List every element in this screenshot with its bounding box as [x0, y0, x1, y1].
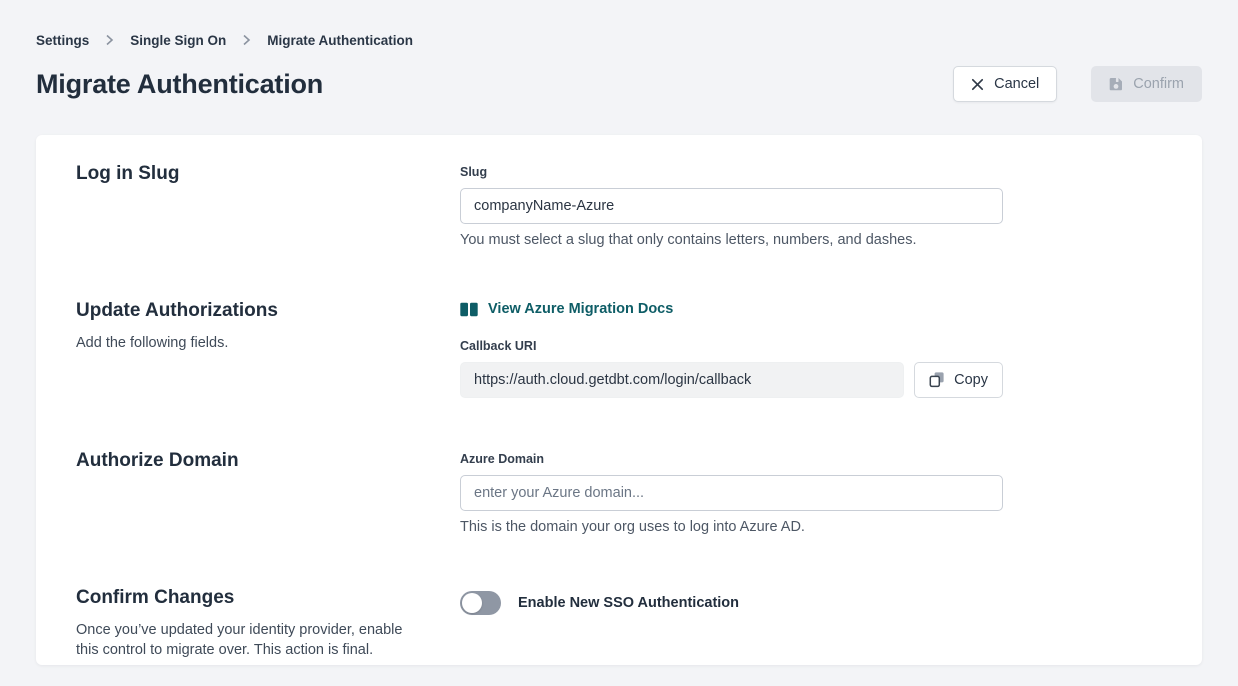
docs-link-label: View Azure Migration Docs — [488, 301, 673, 317]
update-authorizations-description: Add the following fields. — [76, 333, 410, 353]
slug-helper-text: You must select a slug that only contain… — [460, 232, 1003, 248]
breadcrumb-single-sign-on[interactable]: Single Sign On — [130, 33, 226, 48]
x-close-icon — [971, 78, 984, 91]
callback-uri-field-label: Callback URI — [460, 339, 1003, 353]
confirm-changes-description: Once you’ve updated your identity provid… — [76, 620, 410, 660]
section-login-slug: Log in Slug Slug You must select a slug … — [76, 161, 1202, 248]
copy-pages-icon — [929, 371, 945, 388]
save-floppy-icon — [1109, 77, 1123, 91]
confirm-button-label: Confirm — [1133, 76, 1184, 92]
section-authorize-domain: Authorize Domain Azure Domain This is th… — [76, 448, 1202, 535]
breadcrumb: Settings Single Sign On Migrate Authenti… — [36, 32, 1202, 48]
callback-uri-input[interactable] — [460, 362, 904, 398]
cancel-button[interactable]: Cancel — [953, 66, 1057, 102]
chevron-right-icon — [105, 34, 114, 46]
enable-sso-toggle-label: Enable New SSO Authentication — [518, 595, 739, 611]
copy-button-label: Copy — [954, 372, 988, 388]
section-confirm-changes: Confirm Changes Once you’ve updated your… — [76, 585, 1202, 660]
enable-sso-toggle[interactable] — [460, 591, 501, 615]
breadcrumb-migrate-authentication: Migrate Authentication — [267, 33, 413, 48]
section-heading-confirm-changes: Confirm Changes — [76, 585, 460, 611]
slug-field-label: Slug — [460, 165, 1003, 179]
copy-button[interactable]: Copy — [914, 362, 1003, 398]
azure-domain-input[interactable] — [460, 475, 1003, 511]
section-heading-update-authorizations: Update Authorizations — [76, 298, 460, 324]
breadcrumb-settings[interactable]: Settings — [36, 33, 89, 48]
toggle-knob-icon — [462, 593, 482, 613]
view-azure-migration-docs-link[interactable]: View Azure Migration Docs — [460, 299, 673, 319]
confirm-button[interactable]: Confirm — [1091, 66, 1202, 102]
azure-domain-helper-text: This is the domain your org uses to log … — [460, 519, 1003, 535]
slug-input[interactable] — [460, 188, 1003, 224]
azure-domain-field-label: Azure Domain — [460, 452, 1003, 466]
settings-card: Log in Slug Slug You must select a slug … — [36, 135, 1202, 665]
cancel-button-label: Cancel — [994, 76, 1039, 92]
chevron-right-icon — [242, 34, 251, 46]
section-heading-authorize-domain: Authorize Domain — [76, 448, 460, 474]
header-actions: Cancel Confirm — [953, 66, 1202, 102]
section-update-authorizations: Update Authorizations Add the following … — [76, 298, 1202, 398]
page-header: Settings Single Sign On Migrate Authenti… — [0, 0, 1238, 104]
page-title: Migrate Authentication — [36, 69, 323, 100]
section-heading-login-slug: Log in Slug — [76, 161, 460, 187]
open-book-icon — [460, 302, 478, 317]
